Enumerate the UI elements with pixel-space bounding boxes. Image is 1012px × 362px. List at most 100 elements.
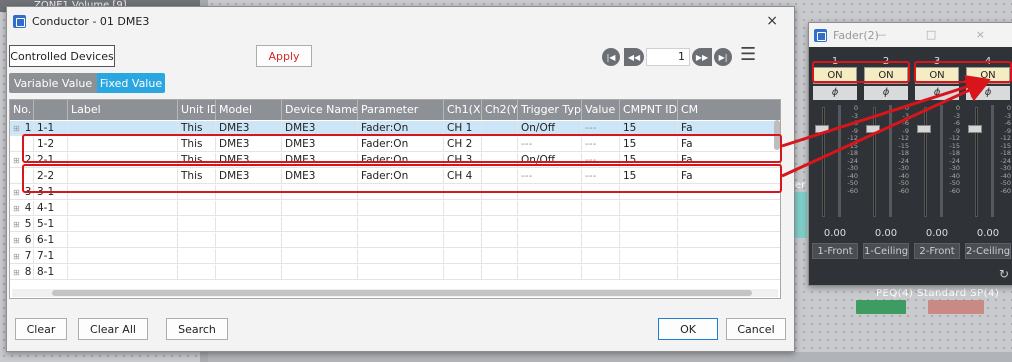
table-cell-device[interactable]	[282, 217, 358, 232]
column-header[interactable]: Label	[68, 100, 178, 120]
column-header[interactable]: No.	[10, 100, 34, 120]
phase-button[interactable]: ϕ	[915, 86, 959, 100]
table-cell-sub[interactable]: 5-1	[34, 217, 68, 232]
expand-icon[interactable]: ⊞	[13, 268, 20, 277]
table-cell-cm[interactable]	[678, 201, 780, 216]
controlled-devices-button[interactable]: Controlled Devices	[9, 45, 115, 67]
table-row[interactable]: ⊞ 5 5-1	[10, 217, 780, 232]
table-cell-ch2[interactable]	[482, 233, 518, 248]
clear-button[interactable]: Clear	[15, 318, 67, 340]
ok-button[interactable]: OK	[658, 318, 718, 340]
table-cell-value[interactable]	[582, 201, 620, 216]
fader-knob[interactable]	[968, 125, 982, 133]
fader-track[interactable]	[975, 107, 978, 217]
fader-track[interactable]	[822, 107, 825, 217]
table-cell-param[interactable]	[358, 233, 444, 248]
prev-page-icon[interactable]: ◀◀	[624, 48, 644, 66]
background-component[interactable]	[795, 192, 807, 238]
table-cell-no[interactable]: ⊞ 6	[10, 233, 34, 248]
table-cell-value[interactable]	[582, 249, 620, 264]
table-cell-ch2[interactable]	[482, 265, 518, 280]
close-icon[interactable]: ×	[766, 13, 778, 29]
column-header[interactable]: Value	[582, 100, 620, 120]
next-page-icon[interactable]: ▶▶	[692, 48, 712, 66]
table-cell-cm[interactable]	[678, 265, 780, 280]
column-header[interactable]: Parameter	[358, 100, 444, 120]
table-cell-param[interactable]	[358, 249, 444, 264]
table-cell-cmpnt[interactable]	[620, 249, 678, 264]
apply-button[interactable]: Apply	[256, 45, 312, 67]
table-cell-ch1[interactable]	[444, 233, 482, 248]
column-header[interactable]: Device Name	[282, 100, 358, 120]
table-cell-label[interactable]	[68, 249, 178, 264]
fader-track[interactable]	[924, 107, 927, 217]
tab-fixed-value[interactable]: Fixed Value	[97, 73, 165, 93]
table-cell-ch1[interactable]	[444, 217, 482, 232]
column-header[interactable]: Model	[216, 100, 282, 120]
table-cell-sub[interactable]: 8-1	[34, 265, 68, 280]
table-cell-trigger[interactable]	[518, 249, 582, 264]
column-header[interactable]: CMPNT ID	[620, 100, 678, 120]
table-cell-unit[interactable]	[178, 265, 216, 280]
table-cell-param[interactable]	[358, 201, 444, 216]
expand-icon[interactable]: ⊞	[13, 124, 20, 133]
table-cell-param[interactable]	[358, 217, 444, 232]
table-cell-unit[interactable]	[178, 201, 216, 216]
table-cell-cmpnt[interactable]	[620, 265, 678, 280]
table-cell-trigger[interactable]	[518, 233, 582, 248]
phase-button[interactable]: ϕ	[864, 86, 908, 100]
column-header[interactable]: Ch2(Y)	[482, 100, 518, 120]
last-page-icon[interactable]: ▶|	[714, 48, 732, 66]
table-cell-cmpnt[interactable]	[620, 233, 678, 248]
table-row[interactable]: ⊞ 6 6-1	[10, 233, 780, 248]
table-cell-no[interactable]: ⊞ 8	[10, 265, 34, 280]
fader-knob[interactable]	[866, 125, 880, 133]
first-page-icon[interactable]: |◀	[602, 48, 620, 66]
column-header[interactable]	[34, 100, 68, 120]
expand-icon[interactable]: ⊞	[13, 236, 20, 245]
horizontal-scrollbar[interactable]	[12, 289, 778, 297]
table-cell-device[interactable]	[282, 233, 358, 248]
table-cell-cmpnt[interactable]	[620, 217, 678, 232]
window-controls[interactable]: — □ ×	[875, 28, 1003, 41]
table-cell-value[interactable]	[582, 265, 620, 280]
table-cell-model[interactable]	[216, 265, 282, 280]
phase-button[interactable]: ϕ	[813, 86, 857, 100]
fader-knob[interactable]	[917, 125, 931, 133]
table-cell-ch1[interactable]	[444, 265, 482, 280]
phase-button[interactable]: ϕ	[966, 86, 1010, 100]
table-row[interactable]: ⊞ 4 4-1	[10, 201, 780, 216]
table-cell-ch2[interactable]	[482, 249, 518, 264]
column-header[interactable]: Ch1(X)	[444, 100, 482, 120]
table-cell-trigger[interactable]	[518, 265, 582, 280]
table-cell-ch1[interactable]	[444, 201, 482, 216]
search-button[interactable]: Search	[166, 318, 228, 340]
table-cell-ch2[interactable]	[482, 217, 518, 232]
table-cell-model[interactable]	[216, 233, 282, 248]
table-cell-unit[interactable]	[178, 217, 216, 232]
scrollbar-thumb[interactable]	[52, 290, 752, 296]
table-cell-ch2[interactable]	[482, 201, 518, 216]
table-cell-device[interactable]	[282, 265, 358, 280]
speaker-processor-component[interactable]	[928, 300, 984, 314]
table-cell-model[interactable]	[216, 249, 282, 264]
table-cell-no[interactable]: ⊞ 7	[10, 249, 34, 264]
table-cell-trigger[interactable]	[518, 217, 582, 232]
column-header[interactable]: Trigger Type	[518, 100, 582, 120]
table-cell-unit[interactable]	[178, 249, 216, 264]
table-cell-no[interactable]: ⊞ 5	[10, 217, 34, 232]
clear-all-button[interactable]: Clear All	[78, 318, 148, 340]
page-number-input[interactable]: 1	[646, 48, 690, 66]
table-cell-label[interactable]	[68, 265, 178, 280]
column-header[interactable]: CM	[678, 100, 780, 120]
cancel-button[interactable]: Cancel	[726, 318, 786, 340]
table-cell-cm[interactable]	[678, 233, 780, 248]
table-cell-no[interactable]: ⊞ 4	[10, 201, 34, 216]
table-cell-unit[interactable]	[178, 233, 216, 248]
table-cell-label[interactable]	[68, 217, 178, 232]
table-row[interactable]: ⊞ 7 7-1	[10, 249, 780, 264]
fader-track[interactable]	[873, 107, 876, 217]
table-cell-device[interactable]	[282, 201, 358, 216]
table-cell-model[interactable]	[216, 201, 282, 216]
table-cell-sub[interactable]: 7-1	[34, 249, 68, 264]
